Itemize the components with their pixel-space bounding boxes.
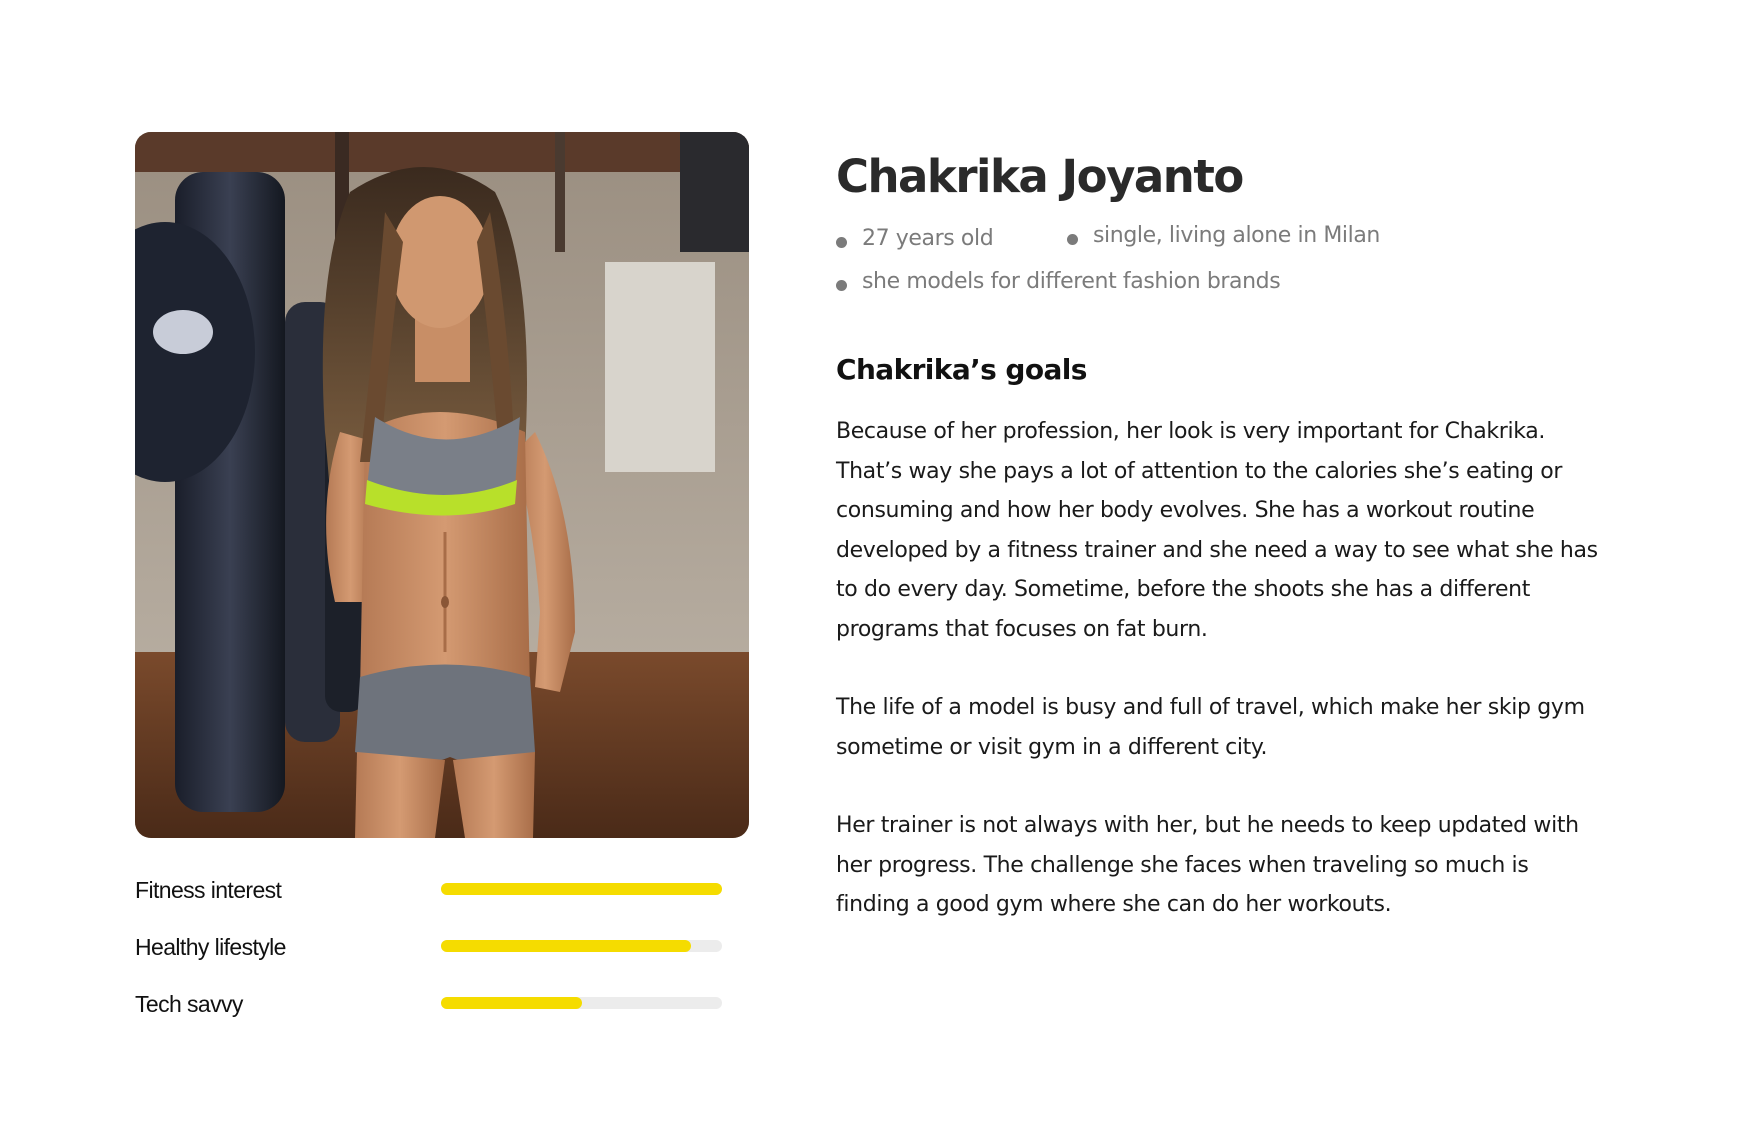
- skill-fill: [441, 883, 722, 895]
- skill-fill: [441, 997, 582, 1009]
- bullet-dot-icon: [836, 280, 847, 291]
- bullet-dot-icon: [1067, 234, 1078, 245]
- goals-paragraph: The life of a model is busy and full of …: [836, 695, 1585, 760]
- persona-name: Chakrika Joyanto: [836, 150, 1244, 203]
- skill-row-tech-savvy: Tech savvy: [135, 987, 723, 1044]
- bullet-dot-icon: [836, 237, 847, 248]
- skill-label: Tech savvy: [135, 991, 243, 1017]
- fact-item-living: single, living alone in Milan: [1067, 223, 1380, 248]
- persona-photo: [135, 132, 749, 838]
- skill-fill: [441, 940, 692, 952]
- goals-heading: Chakrika’s goals: [836, 353, 1087, 386]
- skill-track: [441, 997, 722, 1009]
- goals-paragraph: Because of her profession, her look is v…: [836, 419, 1598, 642]
- skill-label: Healthy lifestyle: [135, 934, 286, 960]
- fact-text: she models for different fashion brands: [862, 269, 1281, 294]
- goals-paragraph: Her trainer is not always with her, but …: [836, 813, 1579, 917]
- skill-track: [441, 883, 722, 895]
- skill-label: Fitness interest: [135, 877, 282, 903]
- persona-photo-illustration: [135, 132, 749, 838]
- skill-bars: Fitness interest Healthy lifestyle Tech …: [135, 873, 723, 1044]
- persona-facts: 27 years old single, living alone in Mil…: [836, 223, 1596, 322]
- skill-row-fitness-interest: Fitness interest: [135, 873, 723, 930]
- skill-row-healthy-lifestyle: Healthy lifestyle: [135, 930, 723, 987]
- persona-details: Chakrika Joyanto 27 years old single, li…: [836, 150, 1598, 925]
- fact-item-profession: she models for different fashion brands: [836, 269, 1281, 294]
- fact-item-age: 27 years old: [836, 226, 994, 251]
- fact-text: single, living alone in Milan: [1093, 223, 1380, 248]
- skill-track: [441, 940, 722, 952]
- fact-text: 27 years old: [862, 226, 994, 251]
